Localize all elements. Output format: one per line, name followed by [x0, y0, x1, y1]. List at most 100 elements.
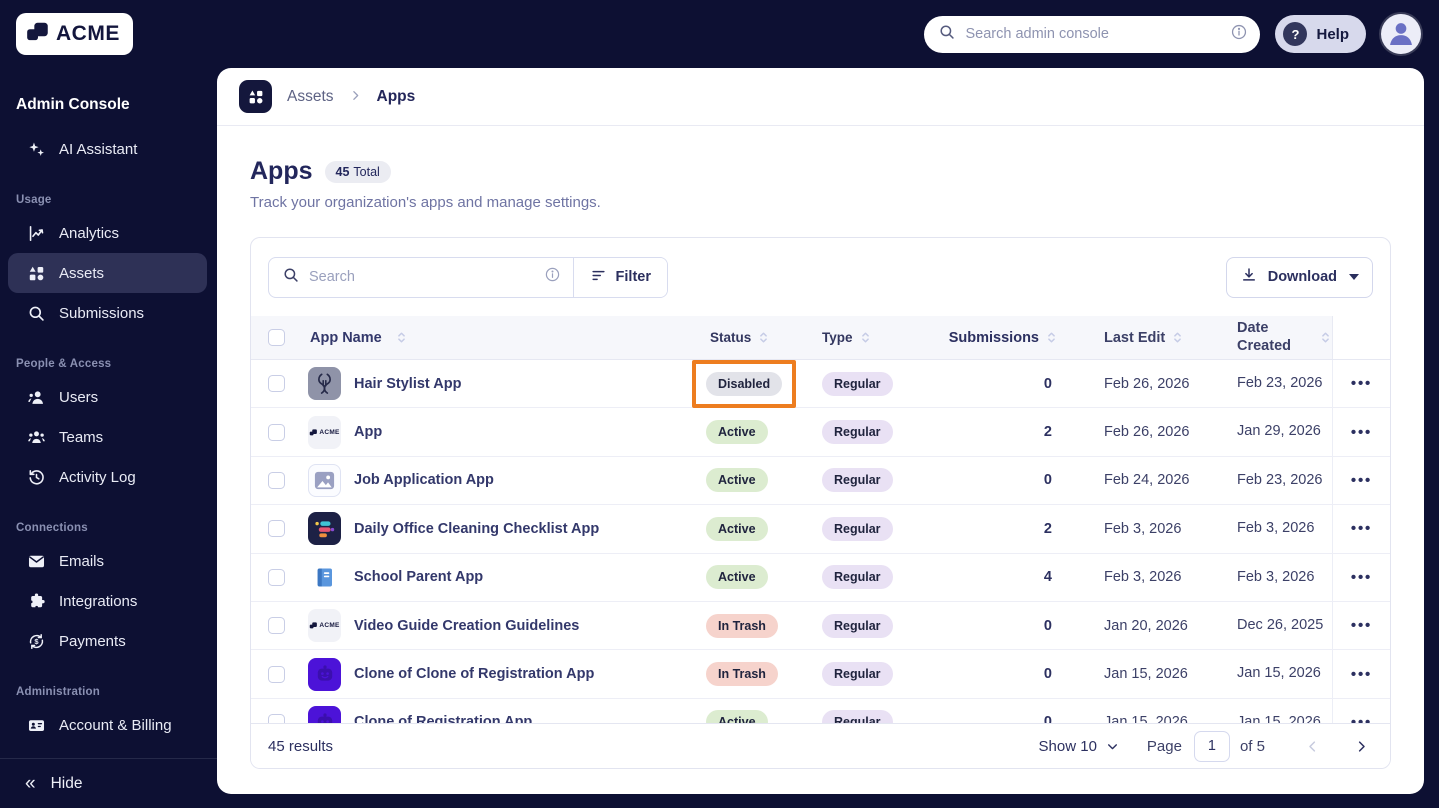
sidebar-item-label: Account & Billing [59, 716, 172, 734]
sidebar-item-emails[interactable]: Emails [8, 541, 207, 581]
sidebar-item-ai-assistant[interactable]: AI Assistant [8, 129, 207, 169]
status-badge: Active [706, 420, 768, 445]
row-menu-button[interactable]: ••• [1351, 375, 1372, 392]
info-icon[interactable] [1230, 23, 1248, 46]
app-name[interactable]: Video Guide Creation Guidelines [354, 618, 579, 634]
search-icon [938, 23, 956, 46]
submissions-cell: 0 [1043, 375, 1052, 392]
table-search-input[interactable] [309, 269, 535, 285]
column-header-status[interactable]: Status [694, 330, 810, 345]
column-header-app-name[interactable]: App Name [301, 330, 694, 346]
payments-icon: $ [26, 631, 46, 651]
sidebar-item-integrations[interactable]: Integrations [8, 581, 207, 621]
admin-search[interactable] [924, 15, 1261, 53]
app-name-cell[interactable]: ACME App [301, 415, 694, 449]
acme-logo[interactable]: ACME [16, 13, 133, 55]
breadcrumb: Assets Apps [217, 68, 1424, 126]
table-row-school-parent-app: School Parent App Active Regular 4 Feb 3, 20… [251, 553, 1390, 602]
status-cell: Active [694, 468, 810, 493]
app-name-cell[interactable]: School Parent App [301, 561, 694, 594]
row-menu-button[interactable]: ••• [1351, 520, 1372, 537]
sidebar-item-analytics[interactable]: Analytics [8, 213, 207, 253]
sidebar-item-submissions[interactable]: Submissions [8, 293, 207, 333]
previous-page-button[interactable] [1301, 735, 1324, 758]
sparkles-icon [26, 139, 46, 159]
sidebar-section-label: Usage [16, 194, 52, 206]
sidebar-item-label: Analytics [59, 224, 120, 242]
date-created-cell: Feb 23, 2026 [1237, 375, 1323, 391]
sidebar-item-payments[interactable]: $ Payments [8, 621, 207, 661]
app-name[interactable]: Hair Stylist App [354, 376, 461, 392]
sidebar-item-account-and-billing[interactable]: Account & Billing [8, 705, 207, 745]
chevron-right-icon [349, 89, 362, 105]
column-header-type[interactable]: Type [810, 330, 940, 345]
app-name[interactable]: School Parent App [354, 569, 483, 585]
status-cell: In Trash [694, 613, 810, 638]
app-name-cell[interactable]: Daily Office Cleaning Checklist App [301, 512, 694, 546]
avatar[interactable] [1381, 14, 1421, 54]
admin-search-input[interactable] [965, 26, 1222, 42]
select-all-checkbox[interactable] [268, 329, 285, 346]
column-header-submissions[interactable]: Submissions [940, 330, 1070, 346]
caret-down-icon [1349, 274, 1359, 280]
row-menu-button[interactable]: ••• [1351, 472, 1372, 489]
activity-log-icon [26, 467, 46, 487]
date-created-cell: Jan 15, 2026 [1237, 665, 1321, 682]
sidebar-item-users[interactable]: Users [8, 377, 207, 417]
integrations-icon [26, 591, 46, 611]
column-header-last-edit[interactable]: Last Edit [1070, 330, 1225, 346]
app-name-cell[interactable]: ACME Video Guide Creation Guidelines [301, 609, 694, 643]
row-menu-button[interactable]: ••• [1351, 666, 1372, 683]
search-icon [26, 303, 46, 323]
show-label: Show 10 [1038, 737, 1097, 755]
filter-button[interactable]: Filter [573, 257, 667, 297]
row-checkbox[interactable] [268, 423, 285, 441]
sidebar-item-assets[interactable]: Assets [8, 253, 207, 293]
help-button[interactable]: ? Help [1275, 15, 1366, 53]
next-page-button[interactable] [1350, 735, 1373, 758]
sort-icon [859, 331, 872, 344]
page-number-input[interactable] [1193, 730, 1230, 762]
column-header-date-created[interactable]: Date Created [1225, 320, 1332, 355]
row-menu-button[interactable]: ••• [1351, 569, 1372, 586]
download-button[interactable]: Download [1225, 256, 1373, 298]
sidebar-item-teams[interactable]: Teams [8, 417, 207, 457]
assets-icon [26, 263, 46, 283]
sidebar-item-activity-log[interactable]: Activity Log [8, 457, 207, 497]
acme-logo-icon [25, 19, 51, 50]
info-icon[interactable] [544, 266, 561, 288]
teams-icon [26, 427, 46, 447]
type-badge: Regular [822, 613, 893, 638]
topbar-right: ? Help [924, 14, 1439, 54]
app-name[interactable]: Daily Office Cleaning Checklist App [354, 521, 599, 537]
show-per-page-select[interactable]: Show 10 [1039, 738, 1119, 755]
row-menu-button[interactable]: ••• [1351, 617, 1372, 634]
sidebar-item-label: Emails [59, 552, 105, 570]
row-checkbox[interactable] [268, 471, 285, 489]
assets-breadcrumb-icon[interactable] [239, 80, 272, 113]
sidebar-hide-button[interactable]: « Hide [0, 758, 217, 808]
row-checkbox[interactable] [268, 520, 285, 538]
app-name[interactable]: Job Application App [354, 472, 494, 488]
title-row: Apps 45 Total [250, 157, 1391, 186]
column-label: App Name [310, 329, 382, 346]
row-checkbox[interactable] [268, 375, 285, 393]
row-menu-button[interactable]: ••• [1351, 424, 1372, 441]
breadcrumb-parent[interactable]: Assets [287, 88, 334, 106]
sidebar-sections: Usage Analytics Assets Submissions People & … [0, 194, 217, 745]
apps-table-card: Filter Download App Name Status Type Submis… [250, 237, 1391, 769]
table-search[interactable] [269, 258, 573, 297]
chevron-left-icon [1309, 740, 1316, 752]
app-name-cell[interactable]: Job Application App [301, 463, 694, 497]
sidebar-section-label: Connections [16, 522, 88, 534]
type-cell: Regular [810, 371, 940, 396]
row-checkbox[interactable] [268, 617, 285, 635]
row-checkbox[interactable] [268, 665, 285, 683]
sort-icon [757, 331, 770, 344]
app-name[interactable]: App [354, 424, 382, 440]
app-name[interactable]: Clone of Clone of Registration App [354, 666, 594, 682]
row-checkbox[interactable] [268, 568, 285, 586]
status-badge: Active [706, 468, 768, 493]
app-name-cell[interactable]: Hair Stylist App [301, 367, 694, 401]
app-name-cell[interactable]: Clone of Clone of Registration App [301, 657, 694, 691]
